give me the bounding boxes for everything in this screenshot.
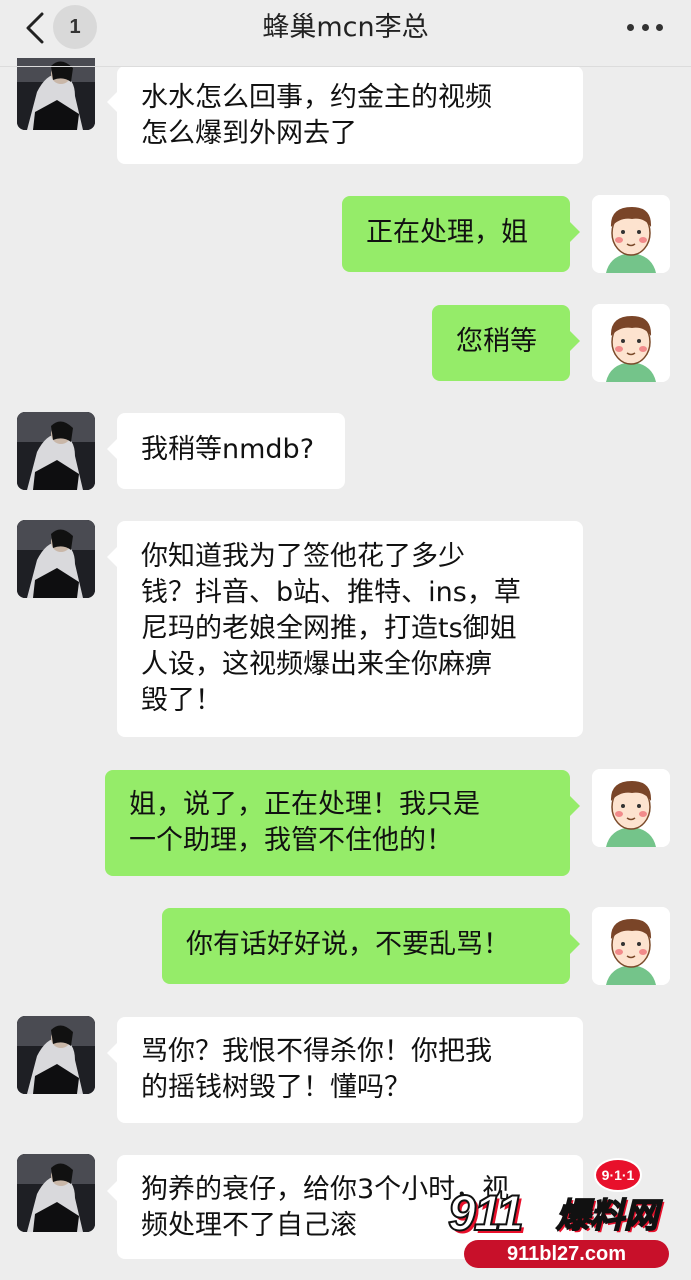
message-line: 你知道我为了签他花了多少	[141, 541, 465, 572]
watermark-badge: 9·1·1	[594, 1158, 642, 1192]
message-bubble-outgoing[interactable]: 姐，说了，正在处理！我只是 一个助理，我管不住他的！	[105, 770, 580, 876]
message-bubble-incoming[interactable]: 骂你？我恨不得杀你！你把我 的摇钱树毁了！懂吗？	[107, 1017, 583, 1123]
message-line: 水水怎么回事，约金主的视频	[141, 82, 492, 113]
message-line: 人设，这视频爆出来全你麻痹	[141, 649, 492, 680]
message-line: 您稍等	[456, 326, 537, 357]
contact-avatar[interactable]	[17, 520, 95, 598]
message-bubble-outgoing[interactable]: 正在处理，姐	[342, 196, 580, 272]
my-avatar[interactable]	[592, 195, 670, 273]
site-watermark: 9·1·1 911 爆料网 911bl27.com	[424, 1158, 686, 1276]
chat-title: 蜂巢mcn李总	[262, 12, 429, 43]
message-line: 尼玛的老娘全网推，打造ts御姐	[141, 613, 517, 644]
message-line: 姐，说了，正在处理！我只是	[129, 789, 480, 820]
message-line: 怎么爆到外网去了	[141, 118, 357, 149]
contact-avatar[interactable]	[17, 52, 95, 130]
message-line: 毁了！	[141, 685, 222, 716]
header-divider	[0, 66, 691, 67]
message-line: 一个助理，我管不住他的！	[129, 825, 453, 856]
my-avatar[interactable]	[592, 769, 670, 847]
message-line: 你有话好好说，不要乱骂！	[186, 929, 510, 960]
watermark-logo-text: 爆料网	[555, 1195, 659, 1237]
message-line: 钱？抖音、b站、推特、ins，草	[141, 577, 521, 608]
watermark-logo-number: 911	[447, 1184, 525, 1242]
message-line: 我稍等nmdb?	[141, 434, 315, 465]
my-avatar[interactable]	[592, 907, 670, 985]
message-bubble-outgoing[interactable]: 您稍等	[432, 305, 580, 381]
message-line: 骂你？我恨不得杀你！你把我	[141, 1036, 492, 1067]
message-line: 正在处理，姐	[366, 217, 528, 248]
contact-avatar[interactable]	[17, 1016, 95, 1094]
message-bubble-incoming[interactable]: 我稍等nmdb?	[107, 413, 345, 489]
message-bubble-incoming[interactable]: 你知道我为了签他花了多少 钱？抖音、b站、推特、ins，草 尼玛的老娘全网推，打…	[107, 521, 583, 737]
message-bubble-outgoing[interactable]: 你有话好好说，不要乱骂！	[162, 908, 580, 984]
watermark-url: 911bl27.com	[464, 1240, 669, 1268]
message-line: 的摇钱树毁了！懂吗？	[141, 1072, 411, 1103]
contact-avatar[interactable]	[17, 412, 95, 490]
unread-count-badge[interactable]: 1	[53, 5, 97, 49]
message-bubble-incoming[interactable]: 水水怎么回事，约金主的视频 怎么爆到外网去了	[107, 66, 583, 164]
my-avatar[interactable]	[592, 304, 670, 382]
more-options-icon[interactable]	[627, 14, 663, 40]
contact-avatar[interactable]	[17, 1154, 95, 1232]
back-arrow-icon[interactable]	[22, 12, 48, 44]
chat-header: 1 蜂巢mcn李总	[0, 0, 691, 67]
